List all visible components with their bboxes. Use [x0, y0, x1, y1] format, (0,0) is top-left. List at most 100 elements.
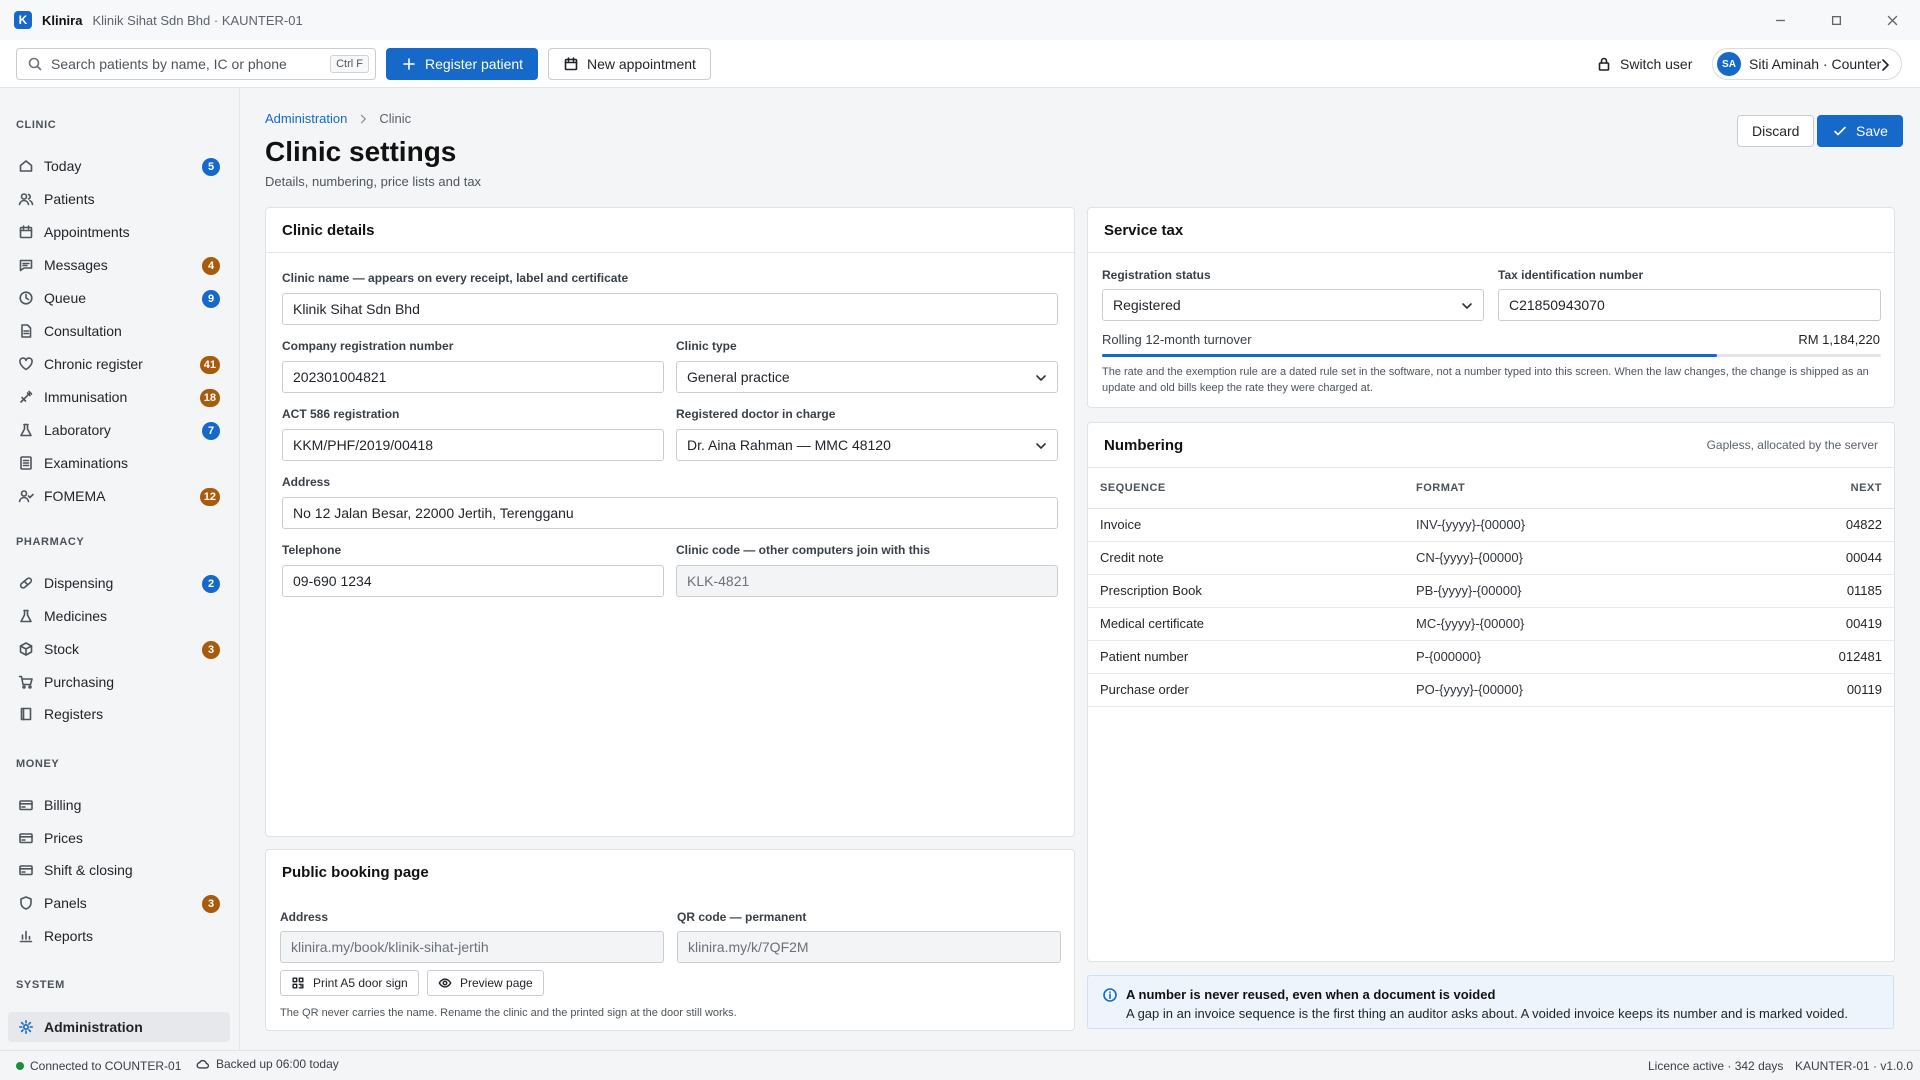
table-row[interactable]: Purchase order PO-{yyyy}-{00000} 00119 [1088, 673, 1894, 707]
sidebar-item-messages[interactable]: Messages 4 [8, 250, 230, 280]
search-placeholder: Search patients by name, IC or phone [51, 56, 287, 72]
next-cell: 012481 [1718, 640, 1894, 674]
card-title: Public booking page [282, 864, 429, 881]
sidebar-item-today[interactable]: Today 5 [8, 151, 230, 181]
sidebar-item-label: Dispensing [44, 575, 114, 591]
column-header-sequence: SEQUENCE [1088, 468, 1404, 509]
sidebar-item-appointments[interactable]: Appointments [8, 217, 230, 247]
card-title: Clinic details [282, 221, 375, 239]
sidebar-item-administration[interactable]: Administration [8, 1012, 230, 1042]
sidebar-item-reports[interactable]: Reports [8, 921, 230, 951]
user-menu[interactable]: SA Siti Aminah · Counter [1712, 48, 1902, 80]
sidebar-item-prices[interactable]: Prices [8, 823, 230, 853]
sidebar-item-stock[interactable]: Stock 3 [8, 634, 230, 664]
sidebar-item-label: Examinations [44, 455, 129, 471]
act586-field[interactable]: KKM/PHF/2019/00418 [282, 429, 664, 461]
sidebar-item-panels[interactable]: Panels 3 [8, 888, 230, 918]
format-cell: PO-{yyyy}-{00000} [1404, 673, 1719, 707]
doctor-select[interactable]: Dr. Aina Rahman — MMC 48120 [676, 429, 1058, 461]
tax-status-value: Registered [1113, 297, 1181, 313]
preview-page-button[interactable]: Preview page [427, 970, 544, 996]
switch-user-label: Switch user [1620, 56, 1693, 72]
sidebar-item-immunisation[interactable]: Immunisation 18 [8, 382, 230, 412]
telephone-field[interactable]: 09-690 1234 [282, 565, 664, 597]
table-row[interactable]: Credit note CN-{yyyy}-{00000} 00044 [1088, 541, 1894, 575]
tax-note: The rate and the exemption rule are a da… [1102, 366, 1869, 394]
turnover-progress [1102, 354, 1881, 357]
sidebar-item-fomema[interactable]: FOMEMA 12 [8, 481, 230, 511]
table-row[interactable]: Invoice INV-{yyyy}-{00000} 04822 [1088, 508, 1894, 542]
column-header-format: FORMAT [1404, 468, 1719, 509]
maximize-button[interactable] [1808, 0, 1864, 40]
plus-icon [401, 56, 417, 72]
switch-user-button[interactable]: Switch user [1596, 48, 1692, 80]
minimize-button[interactable] [1752, 0, 1808, 40]
sidebar-item-dispensing[interactable]: Dispensing 2 [8, 568, 230, 598]
version-label: KAUNTER-01 · v1.0.0 [1795, 1059, 1914, 1073]
chevron-down-icon [1033, 370, 1049, 386]
sidebar-item-billing[interactable]: Billing [8, 790, 230, 820]
numbering-card: Numbering Gapless, allocated by the serv… [1087, 422, 1895, 962]
sidebar-item-label: Immunisation [44, 389, 128, 405]
doctor-value: Dr. Aina Rahman — MMC 48120 [687, 437, 891, 453]
save-label: Save [1856, 123, 1888, 139]
discard-label: Discard [1752, 123, 1800, 139]
format-cell: PB-{yyyy}-{00000} [1404, 574, 1719, 608]
sequence-cell: Medical certificate [1088, 607, 1404, 641]
sidebar-item-label: Queue [44, 290, 87, 306]
print-door-sign-button[interactable]: Print A5 door sign [280, 970, 419, 996]
table-row[interactable]: Patient number P-{000000} 012481 [1088, 640, 1894, 674]
new-appointment-button[interactable]: New appointment [548, 48, 711, 80]
save-button[interactable]: Save [1817, 115, 1903, 147]
tax-status-label: Registration status [1102, 268, 1211, 282]
breadcrumb-administration[interactable]: Administration [265, 111, 347, 126]
sidebar-section-clinic: CLINIC [16, 119, 57, 131]
calendar-icon [18, 224, 34, 240]
sidebar-item-label: Panels [44, 895, 87, 911]
cloud-icon [196, 1057, 210, 1071]
tax-status-select[interactable]: Registered [1102, 289, 1484, 321]
count-badge: 3 [202, 641, 220, 659]
card-icon [18, 862, 34, 878]
sidebar-item-examinations[interactable]: Examinations [8, 448, 230, 478]
avatar: SA [1717, 52, 1741, 76]
clinic-type-value: General practice [687, 369, 790, 385]
search-input[interactable]: Search patients by name, IC or phone Ctr… [16, 48, 376, 80]
company-reg-field[interactable]: 202301004821 [282, 361, 664, 393]
tin-field[interactable]: C21850943070 [1498, 289, 1881, 321]
box-icon [18, 641, 34, 657]
sidebar-item-medicines[interactable]: Medicines [8, 601, 230, 631]
check-icon [1832, 123, 1848, 139]
count-badge: 7 [202, 422, 220, 440]
sidebar-item-patients[interactable]: Patients [8, 184, 230, 214]
address-field[interactable]: No 12 Jalan Besar, 22000 Jertih, Terengg… [282, 497, 1058, 529]
card-title: Numbering [1104, 436, 1184, 454]
sidebar-item-consultation[interactable]: Consultation [8, 316, 230, 346]
sidebar-item-purchasing[interactable]: Purchasing [8, 667, 230, 697]
connection-status: Connected to COUNTER-01 [30, 1059, 182, 1073]
booking-title: Public booking page [266, 850, 1074, 895]
sidebar-item-queue[interactable]: Queue 9 [8, 283, 230, 313]
info-title: A number is never reused, even when a do… [1126, 987, 1496, 1002]
sidebar-item-shift-closing[interactable]: Shift & closing [8, 855, 230, 885]
backup-status-label: Backed up 06:00 today [216, 1057, 339, 1071]
count-badge: 4 [202, 257, 220, 275]
register-patient-button[interactable]: Register patient [386, 48, 539, 80]
numbering-title: Numbering Gapless, allocated by the serv… [1088, 423, 1894, 468]
address-label: Address [282, 475, 331, 489]
sidebar-section-money: MONEY [16, 758, 60, 770]
discard-button[interactable]: Discard [1737, 115, 1815, 147]
close-window-button[interactable] [1864, 0, 1920, 40]
count-badge: 5 [202, 158, 220, 176]
sidebar-item-label: Today [44, 158, 82, 174]
sidebar-item-chronic-register[interactable]: Chronic register 41 [8, 349, 230, 379]
sidebar-item-label: Stock [44, 641, 80, 657]
table-row[interactable]: Medical certificate MC-{yyyy}-{00000} 00… [1088, 607, 1894, 641]
sidebar-item-registers[interactable]: Registers [8, 699, 230, 729]
clinic-name-field[interactable]: Klinik Sihat Sdn Bhd [282, 293, 1058, 325]
clinic-type-select[interactable]: General practice [676, 361, 1058, 393]
table-row[interactable]: Prescription Book PB-{yyyy}-{00000} 0118… [1088, 574, 1894, 608]
breadcrumb: Administration Clinic [265, 111, 411, 126]
format-cell: INV-{yyyy}-{00000} [1404, 508, 1719, 542]
sidebar-item-laboratory[interactable]: Laboratory 7 [8, 415, 230, 445]
